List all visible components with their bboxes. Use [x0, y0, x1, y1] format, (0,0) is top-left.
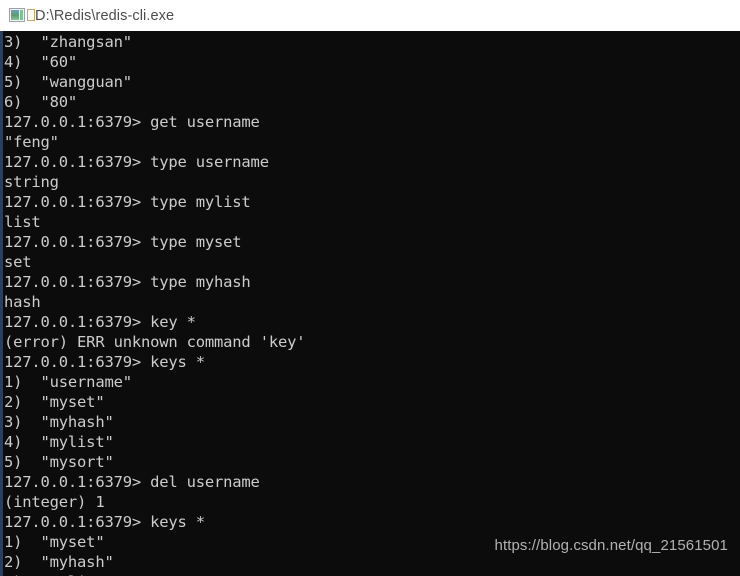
- terminal-line: 5) "wangguan": [4, 73, 132, 91]
- console-icon-sheet: [27, 8, 35, 21]
- terminal-line: 127.0.0.1:6379> key *: [4, 313, 196, 331]
- console-window-icon: [9, 7, 35, 24]
- terminal-line: 3) "mylist": [3, 572, 740, 576]
- terminal-line: 127.0.0.1:6379> get username: [4, 113, 260, 131]
- terminal-line: 127.0.0.1:6379> type mylist: [4, 193, 251, 211]
- terminal-line: 2) "myset": [4, 393, 105, 411]
- console-icon-bar: [20, 9, 23, 20]
- terminal-line: 127.0.0.1:6379> type username: [4, 153, 269, 171]
- terminal-line: 4) "mylist": [4, 433, 114, 451]
- terminal-line: 4) "60": [4, 53, 78, 71]
- terminal-line: 127.0.0.1:6379> type myhash: [4, 273, 251, 291]
- terminal-line: 3) "zhangsan": [4, 33, 132, 51]
- terminal-line: 6) "80": [4, 93, 78, 111]
- terminal-line: 3) "myhash": [4, 413, 114, 431]
- terminal-line: set: [4, 253, 32, 271]
- terminal-line: (integer) 1: [4, 493, 105, 511]
- terminal-line: 1) "username": [4, 373, 132, 391]
- terminal-lines: 3) "zhangsan" 4) "60" 5) "wangguan" 6) "80"…: [3, 31, 740, 576]
- window-title: D:\Redis\redis-cli.exe: [35, 7, 175, 24]
- terminal-line: 127.0.0.1:6379> keys *: [4, 513, 205, 531]
- redis-cli-window: D:\Redis\redis-cli.exe 3) "zhangsan" 4) "…: [0, 0, 740, 576]
- watermark-text: https://blog.csdn.net/qq_21561501: [494, 537, 728, 554]
- terminal-line: hash: [4, 293, 41, 311]
- title-bar[interactable]: D:\Redis\redis-cli.exe: [0, 0, 740, 31]
- terminal-line: 127.0.0.1:6379> keys *: [4, 353, 205, 371]
- terminal-line: 127.0.0.1:6379> del username: [4, 473, 260, 491]
- terminal-line: "feng": [4, 133, 59, 151]
- terminal-line: (error) ERR unknown command 'key': [4, 333, 306, 351]
- terminal-line: string: [4, 173, 59, 191]
- terminal-line: 127.0.0.1:6379> type myset: [4, 233, 242, 251]
- console-icon-screen: [11, 9, 19, 20]
- terminal-line: 5) "mysort": [4, 453, 114, 471]
- terminal-output-area[interactable]: 3) "zhangsan" 4) "60" 5) "wangguan" 6) "80"…: [0, 31, 740, 576]
- terminal-line: list: [4, 213, 41, 231]
- terminal-line: 2) "myhash": [4, 553, 114, 571]
